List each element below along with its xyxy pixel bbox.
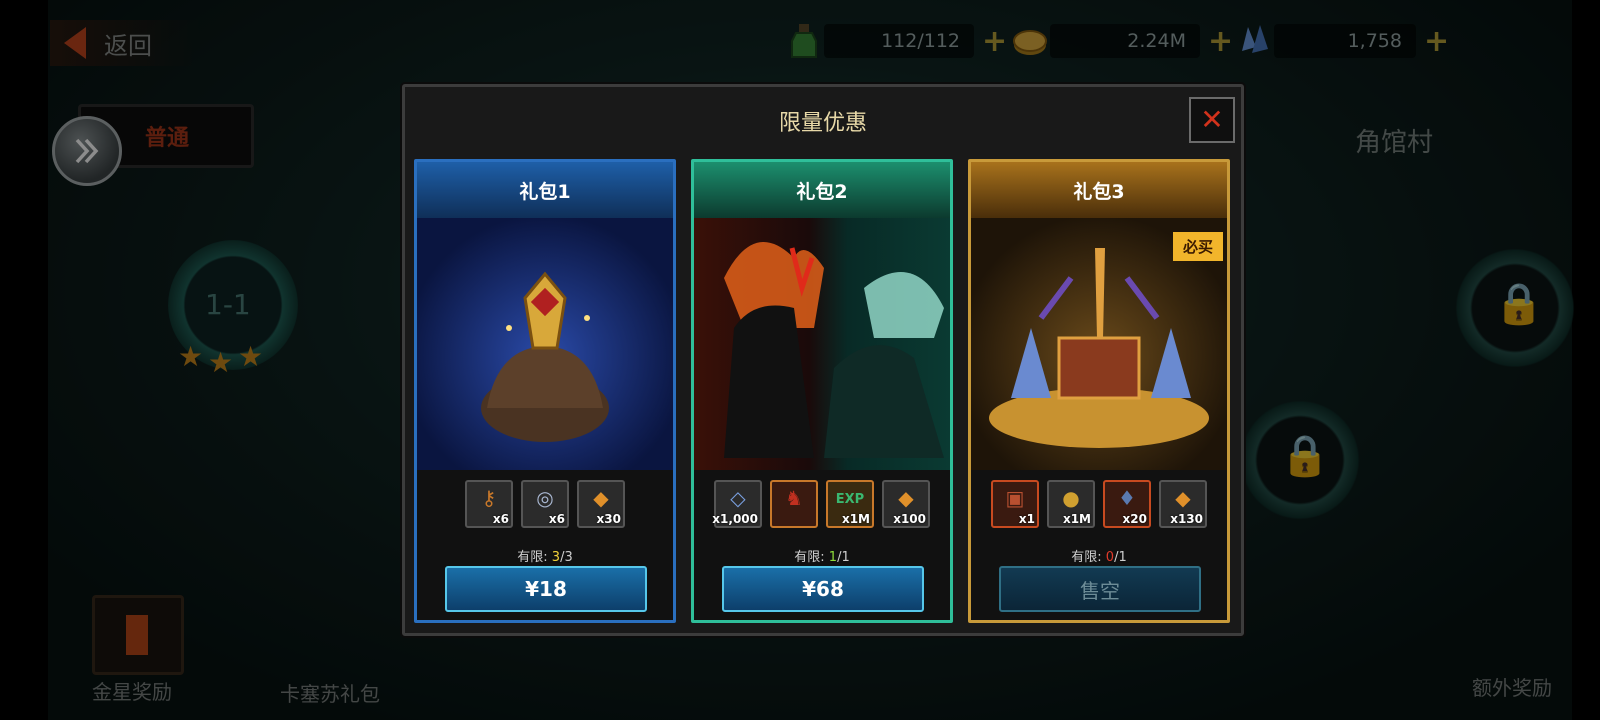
pack-card-1[interactable]: 礼包1 ⚷ x6 ◎ x6 ◆ x30 有限: 3/3 ¥18 xyxy=(414,159,676,623)
treasure-chest-icon: ▣ xyxy=(1005,486,1025,510)
reward-item[interactable]: ⚷ x6 xyxy=(465,480,513,528)
gem-shard-icon: ◆ xyxy=(898,486,914,510)
treasure-sack-icon xyxy=(481,271,609,442)
buy-button[interactable]: ¥18 xyxy=(445,566,647,612)
item-quantity: x130 xyxy=(1170,512,1203,526)
limited-offer-dialog: 限量优惠 ✕ 礼包1 ⚷ x6 ◎ x6 ◆ x30 有限: 3/3 ¥18 礼… xyxy=(402,84,1244,636)
pack-1-footer: ⚷ x6 ◎ x6 ◆ x30 有限: 3/3 ¥18 xyxy=(417,470,673,620)
item-quantity: x100 xyxy=(893,512,926,526)
reward-item[interactable]: ◎ x6 xyxy=(521,480,569,528)
limit-used: 3 xyxy=(551,550,561,565)
pack-3-artwork: 必买 xyxy=(971,218,1227,470)
purchase-limit: 有限: 0/1 xyxy=(971,546,1227,565)
pack-card-3[interactable]: 礼包3 必买 ▣ x1 ● x1M ♦ x20 ◆ x130 有限: 0/1 售… xyxy=(968,159,1230,623)
limit-label: 有限: xyxy=(794,550,825,565)
item-quantity: x30 xyxy=(596,512,621,526)
blue-crystal-icon: ♦ xyxy=(1118,486,1136,510)
golden-key-icon: ⚷ xyxy=(481,486,497,510)
exp-potion-icon: EXP xyxy=(835,492,865,507)
vortex-orb-icon: ◎ xyxy=(536,486,554,510)
reward-item[interactable]: ♞ xyxy=(770,480,818,528)
pack-title: 礼包1 xyxy=(417,162,673,218)
pack-1-artwork xyxy=(417,218,673,470)
buy-button[interactable]: ¥68 xyxy=(722,566,924,612)
purchase-limit: 有限: 1/1 xyxy=(694,546,950,565)
limit-total: /1 xyxy=(837,550,850,565)
crystal-icon: ◇ xyxy=(730,486,746,510)
limit-label: 有限: xyxy=(1071,550,1102,565)
item-quantity: x1M xyxy=(1062,512,1091,526)
limit-used: 1 xyxy=(828,550,838,565)
item-quantity: x1M xyxy=(841,512,870,526)
hero-portrait-icon: ♞ xyxy=(785,486,803,510)
reward-item[interactable]: ● x1M xyxy=(1047,480,1095,528)
item-quantity: x6 xyxy=(492,512,509,526)
hero-duo-icon xyxy=(724,242,944,458)
pack-title: 礼包3 xyxy=(971,162,1227,218)
reward-item[interactable]: ◆ x130 xyxy=(1159,480,1207,528)
item-quantity: x6 xyxy=(548,512,565,526)
limit-total: /3 xyxy=(560,550,573,565)
pack-2-footer: ◇ x1,000 ♞ EXP x1M ◆ x100 有限: 1/1 ¥68 xyxy=(694,470,950,620)
reward-item[interactable]: EXP x1M xyxy=(826,480,874,528)
pack-title: 礼包2 xyxy=(694,162,950,218)
limit-total: /1 xyxy=(1114,550,1127,565)
pack-2-artwork xyxy=(694,218,950,470)
reward-item[interactable]: ◆ x100 xyxy=(882,480,930,528)
game-scene: 普通 角馆村 1-1 ★ ★ ★ 🔒 🔒 金星奖励 卡塞苏礼包 额外奖励 返回 … xyxy=(0,0,1600,720)
item-quantity: x1 xyxy=(1018,512,1035,526)
must-buy-badge: 必买 xyxy=(1172,232,1223,261)
sold-out-button[interactable]: 售空 xyxy=(999,566,1201,612)
reward-item[interactable]: ♦ x20 xyxy=(1103,480,1151,528)
item-quantity: x1,000 xyxy=(712,512,758,526)
purchase-limit: 有限: 3/3 xyxy=(417,546,673,565)
close-button[interactable]: ✕ xyxy=(1189,97,1235,143)
reward-item[interactable]: ◆ x30 xyxy=(577,480,625,528)
gem-shard-icon: ◆ xyxy=(1175,486,1191,510)
pack-3-items: ▣ x1 ● x1M ♦ x20 ◆ x130 xyxy=(971,480,1227,528)
pack-card-2[interactable]: 礼包2 ◇ x1,000 ♞ EXP x1M ◆ x100 有限: 1/1 ¥6… xyxy=(691,159,953,623)
limit-used: 0 xyxy=(1105,550,1115,565)
pack-2-items: ◇ x1,000 ♞ EXP x1M ◆ x100 xyxy=(694,480,950,528)
reward-item[interactable]: ◇ x1,000 xyxy=(712,480,762,528)
gem-shard-icon: ◆ xyxy=(593,486,609,510)
item-quantity: x20 xyxy=(1122,512,1147,526)
limit-label: 有限: xyxy=(517,550,548,565)
dialog-title: 限量优惠 xyxy=(778,111,867,136)
pack-3-footer: ▣ x1 ● x1M ♦ x20 ◆ x130 有限: 0/1 售空 xyxy=(971,470,1227,620)
pack-1-items: ⚷ x6 ◎ x6 ◆ x30 xyxy=(417,480,673,528)
gold-coin-icon: ● xyxy=(1062,486,1080,510)
reward-item[interactable]: ▣ x1 xyxy=(991,480,1039,528)
close-icon: ✕ xyxy=(1200,103,1224,136)
